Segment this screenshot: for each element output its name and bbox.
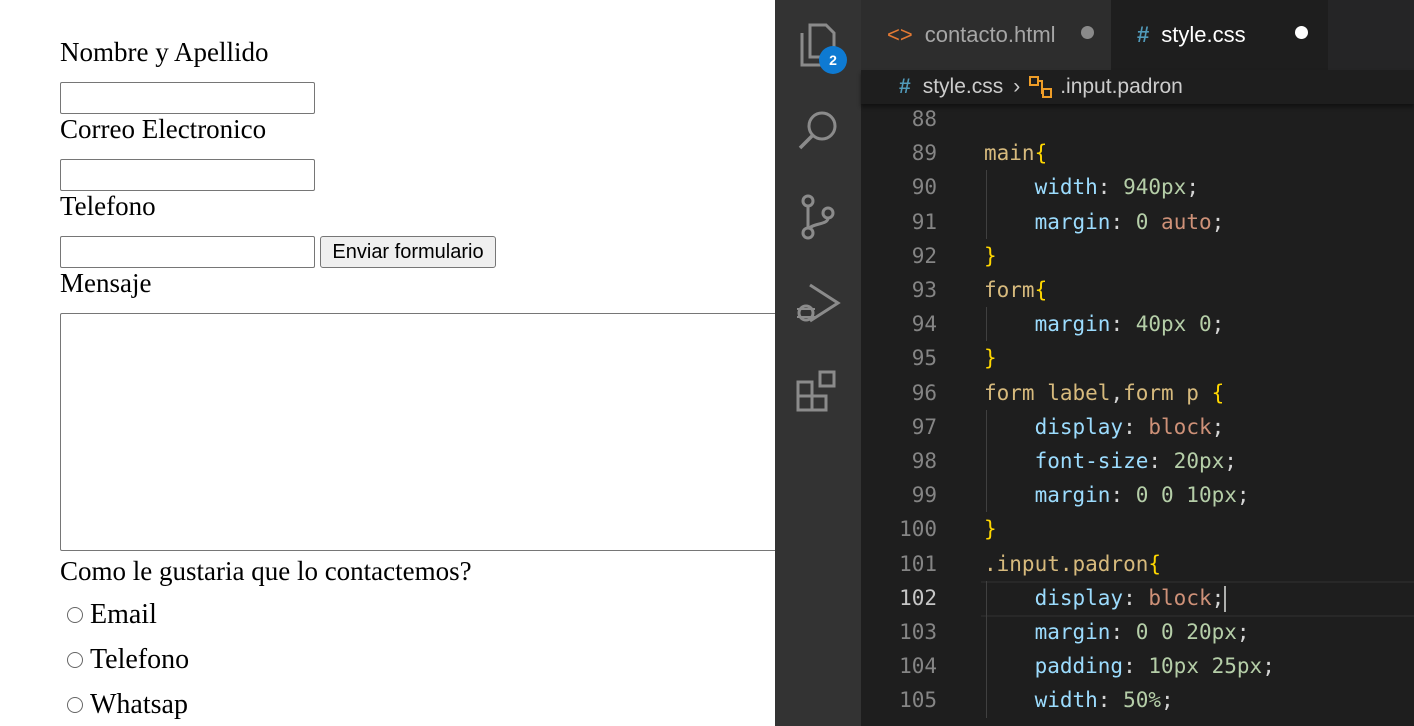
css-file-icon: # [1137,22,1150,47]
css-file-icon: # [899,75,911,98]
nombre-input[interactable] [60,82,315,114]
line-number: 102 [899,585,937,610]
code-line[interactable]: } [984,239,997,273]
line-number: 94 [911,312,937,337]
code-line[interactable]: display: block; [984,581,1227,615]
line-number: 104 [899,654,937,679]
line-number: 99 [911,483,937,508]
code-editor: 2 <> contacto.html # style.css # style.c… [775,0,1414,726]
correo-label: Correo Electronico [60,114,267,144]
code-line[interactable]: width: 50%; [984,683,1174,717]
line-number: 88 [911,107,937,131]
code-area[interactable]: 88 89 main{ 90 width: 940px; 91 margin: 0 au… [861,104,1414,726]
radio-email[interactable] [67,607,83,623]
unsaved-dot-icon[interactable] [1081,26,1094,39]
code-line[interactable]: } [984,341,997,375]
mensaje-label: Mensaje [60,268,152,298]
radio-label-email: Email [90,599,157,630]
submit-button[interactable]: Enviar formulario [320,236,496,268]
tab-label-style: style.css [1161,22,1246,47]
activity-bar: 2 [775,0,861,726]
code-line[interactable]: margin: 0 0 10px; [984,478,1250,512]
code-line[interactable]: form label,form p { [984,376,1224,410]
code-line[interactable]: .input.padron{ [984,547,1161,581]
line-number: 89 [911,141,937,166]
line-number: 105 [899,688,937,713]
radio-whatsap[interactable] [67,697,83,713]
run-debug-icon[interactable] [793,278,843,328]
chevron-right-icon: › [1013,75,1021,98]
search-icon[interactable] [793,105,843,155]
line-number: 98 [911,449,937,473]
unsaved-dot-icon[interactable] [1295,26,1308,39]
text-cursor [1224,585,1227,612]
html-file-icon: <> [887,22,913,47]
nombre-label: Nombre y Apellido [60,37,269,67]
breadcrumb: # style.css › .input.padron [861,70,1414,104]
telefono-label: Telefono [60,191,156,221]
extensions-icon[interactable] [793,366,843,416]
source-control-icon[interactable] [793,192,843,242]
radio-telefono[interactable] [67,652,83,668]
breadcrumb-file[interactable]: style.css [923,75,1004,99]
tab-label-contacto: contacto.html [924,22,1056,47]
code-line[interactable]: margin: 40px 0; [984,307,1225,341]
line-number: 92 [911,243,937,268]
line-number: 90 [911,175,937,200]
mensaje-textarea[interactable] [60,313,775,551]
code-line[interactable]: margin: 0 0 20px; [984,615,1250,649]
telefono-input[interactable] [60,236,315,268]
code-line[interactable]: main{ [984,136,1047,170]
browser-page: Nombre y Apellido Correo Electronico Tel… [0,0,775,726]
code-line[interactable]: display: block; [984,410,1225,444]
radio-label-telefono: Telefono [90,644,190,675]
contact-question: Como le gustaria que lo contactemos? [60,556,472,586]
code-line[interactable]: padding: 10px 25px; [984,649,1275,683]
radio-label-whatsap: Whatsap [90,689,188,720]
radio-option-telefono[interactable]: Telefono [67,644,189,676]
tab-contacto-html[interactable]: <> contacto.html [861,0,1111,70]
line-number: 95 [911,346,937,371]
tab-bar: <> contacto.html # style.css [861,0,1414,70]
tab-style-css[interactable]: # style.css [1111,0,1328,70]
code-line[interactable]: form{ [984,273,1047,307]
radio-option-whatsap[interactable]: Whatsap [67,689,188,721]
code-line[interactable]: margin: 0 auto; [984,205,1225,239]
line-number: 101 [899,551,937,576]
line-number: 103 [899,620,937,644]
code-line[interactable]: width: 940px; [984,170,1199,204]
code-line[interactable]: } [984,512,997,546]
line-number: 97 [911,414,937,439]
code-line[interactable]: font-size: 20px; [984,444,1237,478]
line-number: 96 [911,380,937,405]
line-number: 93 [911,278,937,302]
breadcrumb-symbol[interactable]: .input.padron [1060,75,1183,99]
line-number: 91 [911,209,937,234]
line-number: 100 [899,517,937,542]
correo-input[interactable] [60,159,315,191]
radio-option-email[interactable]: Email [67,599,157,631]
explorer-badge: 2 [819,46,847,74]
symbol-class-icon [1029,76,1053,98]
